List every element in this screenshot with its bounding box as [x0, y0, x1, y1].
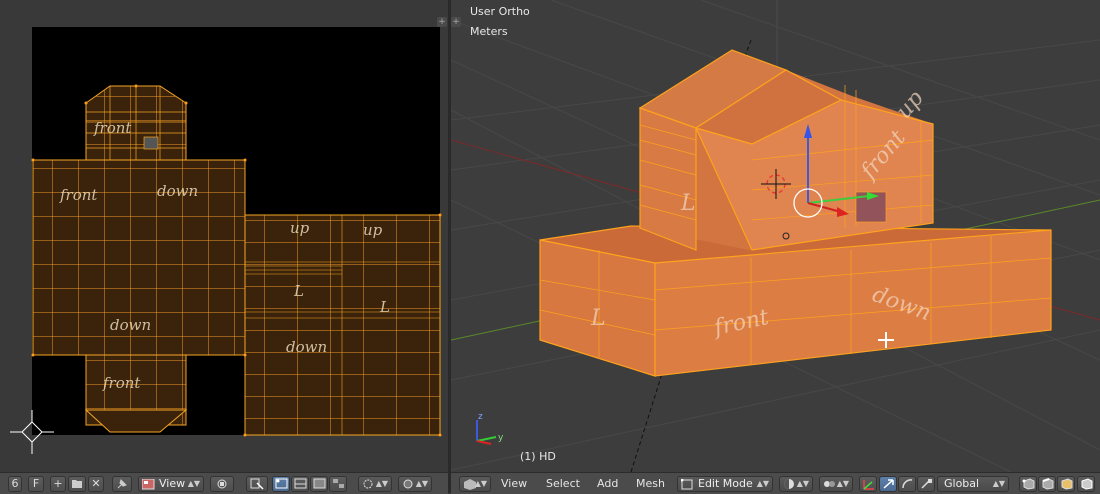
- occlude-geometry-icon[interactable]: [1077, 476, 1095, 492]
- uv-text: down: [286, 338, 327, 356]
- uv-text: up: [290, 219, 310, 237]
- sticky-select-icon[interactable]: [246, 476, 268, 492]
- island-select-icon[interactable]: [329, 476, 347, 492]
- editor-type-select[interactable]: ▲▼: [459, 476, 491, 492]
- edge-select-icon[interactable]: [291, 476, 309, 492]
- view-menu-label: View: [159, 477, 186, 490]
- uv-text: L: [293, 282, 304, 300]
- scale-icon[interactable]: [917, 476, 935, 492]
- uv-text: front: [93, 119, 132, 137]
- view-menu-select[interactable]: F View ▲▼: [138, 476, 204, 492]
- object-label: (1) HD: [520, 450, 556, 463]
- new-image-plus-icon[interactable]: +: [50, 476, 66, 492]
- area-split-plus-icon[interactable]: +: [451, 17, 461, 27]
- viewport-shading-select[interactable]: ▲▼: [779, 476, 813, 492]
- axis-z-label: z: [478, 412, 483, 422]
- close-image-icon[interactable]: ✕: [88, 476, 104, 492]
- uv-map-overlay[interactable]: front down front down front up L L up do…: [0, 0, 448, 472]
- uv-text: L: [379, 298, 390, 316]
- face-select-mode-icon[interactable]: [1057, 476, 1075, 492]
- 3d-view-header: ▲▼ View Select Add Mesh Edit Mode ▲▼ ▲▼ …: [451, 472, 1100, 494]
- vertex-select-mode-icon[interactable]: [1019, 476, 1037, 492]
- pin-icon[interactable]: [112, 476, 132, 492]
- uv-text: down: [110, 316, 151, 334]
- view-name: User Ortho: [470, 5, 530, 18]
- mode-select[interactable]: Edit Mode ▲▼: [677, 476, 773, 492]
- pivot-select[interactable]: ▲▼: [358, 476, 392, 492]
- face-select-icon[interactable]: [310, 476, 328, 492]
- area-split-plus-icon[interactable]: +: [437, 17, 447, 27]
- snap-icon[interactable]: [210, 476, 234, 492]
- uv-2d-cursor-icon[interactable]: [10, 410, 54, 454]
- menu-view[interactable]: View: [501, 477, 527, 490]
- pivot-point-select[interactable]: ▲▼: [819, 476, 853, 492]
- rotate-icon[interactable]: [898, 476, 916, 492]
- f-button[interactable]: F: [28, 476, 44, 492]
- edge-select-mode-icon[interactable]: [1038, 476, 1056, 492]
- mesh-object[interactable]: [539, 49, 1052, 377]
- menu-add[interactable]: Add: [597, 477, 618, 490]
- uv-island-right[interactable]: [244, 214, 441, 436]
- uv-text: down: [157, 182, 198, 200]
- layer-number[interactable]: 6: [8, 476, 22, 492]
- uv-editor-header: 6 F + ✕ F View ▲▼ ▲▼ ▲▼: [0, 472, 448, 494]
- menu-select[interactable]: Select: [546, 477, 580, 490]
- menu-mesh[interactable]: Mesh: [636, 477, 665, 490]
- axis-y-label: y: [498, 433, 504, 443]
- proportional-edit-select[interactable]: ▲▼: [398, 476, 432, 492]
- uv-editor-area[interactable]: front down front down front up L L up do…: [0, 0, 448, 472]
- mode-label: Edit Mode: [698, 477, 753, 490]
- viewport-scene[interactable]: front front up down L L z y: [451, 0, 1100, 472]
- face-text: L: [590, 306, 606, 331]
- uv-text: up: [363, 221, 383, 239]
- uv-text: front: [102, 374, 141, 392]
- units-label: Meters: [470, 25, 508, 38]
- axis-widget: z y: [476, 412, 504, 445]
- manipulator-toggle-icon[interactable]: [859, 476, 877, 492]
- vertex-select-icon[interactable]: [272, 476, 290, 492]
- face-text: L: [680, 191, 696, 216]
- transform-orientation-select[interactable]: Global ▲▼: [937, 476, 1009, 492]
- open-folder-icon[interactable]: [68, 476, 86, 492]
- 3d-viewport[interactable]: front front up down L L z y User Ortho M…: [451, 0, 1100, 472]
- orientation-label: Global: [944, 477, 980, 490]
- uv-text: front: [59, 186, 98, 204]
- translate-icon[interactable]: [879, 476, 897, 492]
